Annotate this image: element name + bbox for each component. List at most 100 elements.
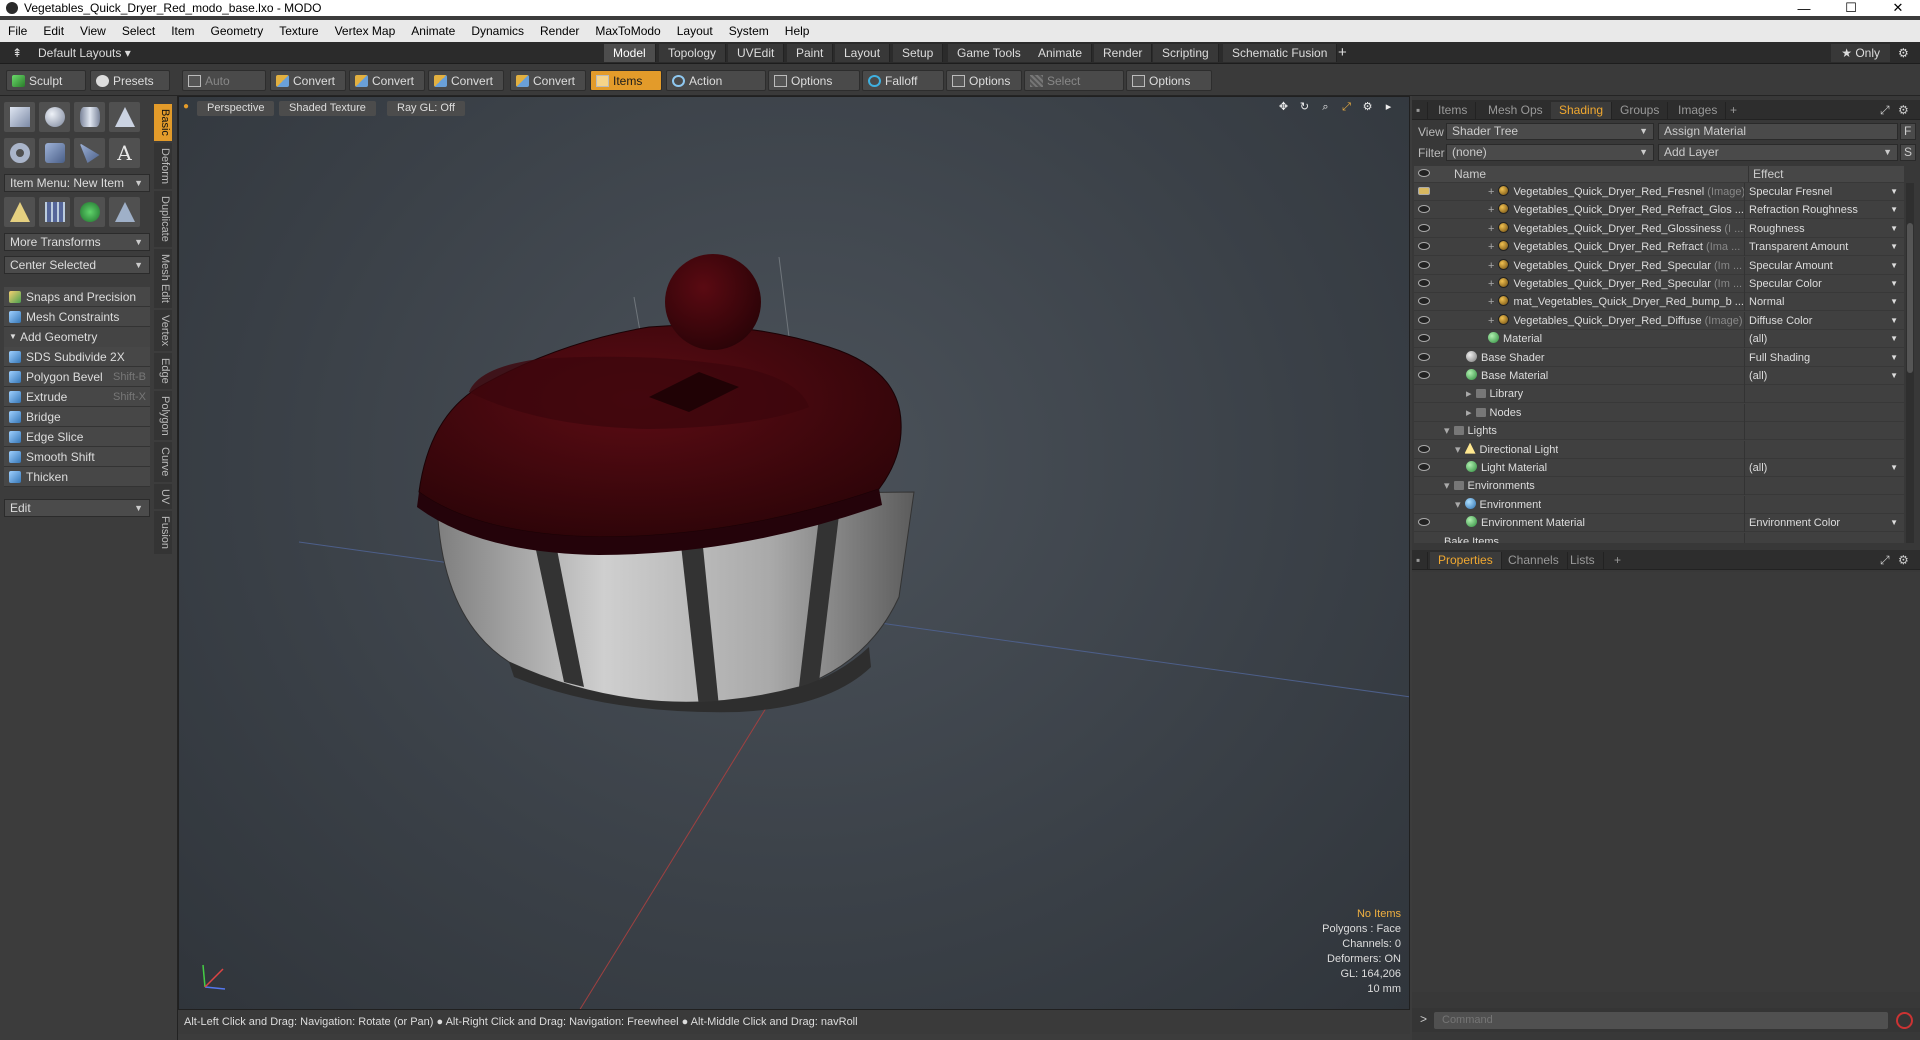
menu-file[interactable]: File <box>0 24 35 38</box>
visibility-eye-icon[interactable] <box>1418 223 1432 234</box>
pen-tool[interactable] <box>74 138 105 168</box>
expand-toggle-icon[interactable]: + <box>1488 278 1494 290</box>
center-selected-dropdown[interactable]: Center Selected ▼ <box>4 256 150 274</box>
select-options-button[interactable]: Options <box>1126 70 1212 91</box>
tree-row[interactable]: + Vegetables_Quick_Dryer_Red_Diffuse (Ima… <box>1414 311 1904 330</box>
tab-items[interactable]: Items <box>1430 102 1477 119</box>
convert-edge-button[interactable]: Convert <box>349 70 425 91</box>
tab-channels[interactable]: Channels <box>1500 552 1568 569</box>
tree-row[interactable]: Environment Material Environment Color ▼ <box>1414 514 1904 533</box>
menu-dynamics[interactable]: Dynamics <box>463 24 532 38</box>
snaps-precision-button[interactable]: Snaps and Precision <box>4 287 150 307</box>
expand-toggle-icon[interactable]: + <box>1488 241 1494 253</box>
sculpt-button[interactable]: Sculpt <box>6 70 86 91</box>
items-mode-button[interactable]: Items <box>590 70 662 91</box>
filter-dropdown[interactable]: (none) ▼ <box>1446 144 1654 161</box>
visibility-eye-icon[interactable] <box>1418 334 1432 344</box>
add-layer-dropdown[interactable]: Add Layer ▼ <box>1658 144 1898 161</box>
command-input[interactable] <box>1434 1012 1888 1029</box>
menu-animate[interactable]: Animate <box>403 24 463 38</box>
edit-dropdown[interactable]: Edit ▼ <box>4 499 150 517</box>
menu-view[interactable]: View <box>72 24 114 38</box>
action-options-button[interactable]: Options <box>768 70 860 91</box>
more-transforms-dropdown[interactable]: More Transforms ▼ <box>4 233 150 251</box>
tree-row[interactable]: + mat_Vegetables_Quick_Dryer_Red_bump_b .… <box>1414 293 1904 312</box>
tree-item-effect[interactable]: Specular Color ▼ <box>1744 275 1904 293</box>
tab-groups[interactable]: Groups <box>1612 102 1669 119</box>
visibility-eye-icon[interactable] <box>1418 315 1432 326</box>
item-menu-dropdown[interactable]: Item Menu: New Item ▼ <box>4 174 150 192</box>
visibility-eye-icon[interactable] <box>1418 279 1432 289</box>
tree-item-effect[interactable]: Normal ▼ <box>1744 293 1904 312</box>
tree-row[interactable]: Material (all) ▼ <box>1414 330 1904 349</box>
default-layouts-dropdown[interactable]: Default Layouts ▾ <box>30 45 139 61</box>
close-button[interactable]: ✕ <box>1876 0 1920 16</box>
minimize-button[interactable]: — <box>1782 0 1826 16</box>
vtab-basic[interactable]: Basic <box>154 104 172 141</box>
visibility-eye-icon[interactable] <box>1418 463 1432 473</box>
visibility-eye-icon[interactable] <box>1418 371 1432 381</box>
falloff-options-button[interactable]: Options <box>946 70 1022 91</box>
cylinder-tool[interactable] <box>74 102 105 132</box>
visibility-eye-icon[interactable] <box>1418 444 1432 455</box>
3d-viewport[interactable]: ● Perspective Shaded Texture Ray GL: Off… <box>178 96 1410 1010</box>
expand-toggle-icon[interactable]: + <box>1488 315 1494 327</box>
add-geometry-section[interactable]: ▼ Add Geometry <box>4 327 150 347</box>
auto-select-button[interactable]: Auto Select <box>182 70 266 109</box>
tree-item-effect[interactable]: Refraction Roughness ▼ <box>1744 201 1904 220</box>
expand-toggle-icon[interactable]: ▾ <box>1444 480 1450 492</box>
bridge-button[interactable]: Bridge <box>4 407 150 427</box>
capsule-tool[interactable] <box>39 138 70 168</box>
tab-model[interactable]: Model <box>604 44 656 62</box>
visibility-eye-icon[interactable] <box>1418 242 1432 252</box>
vtab-vertex[interactable]: Vertex <box>154 309 172 351</box>
visibility-eye-icon[interactable] <box>1418 205 1432 215</box>
visibility-eye-icon[interactable] <box>1418 518 1432 528</box>
vtab-duplicate[interactable]: Duplicate <box>154 190 172 247</box>
f-button[interactable]: F <box>1900 123 1916 140</box>
mesh-constraints-button[interactable]: Mesh Constraints <box>4 307 150 327</box>
tree-row[interactable]: + Vegetables_Quick_Dryer_Red_Glossiness (… <box>1414 219 1904 238</box>
only-toggle-button[interactable]: ★ Only <box>1831 44 1890 62</box>
menu-select[interactable]: Select <box>114 24 163 38</box>
convert-vertex-button[interactable]: Convert <box>270 70 346 91</box>
menu-render[interactable]: Render <box>532 24 587 38</box>
sphere-tool[interactable] <box>39 102 70 132</box>
expand-toggle-icon[interactable]: ▾ <box>1444 425 1450 437</box>
vtab-mesh-edit[interactable]: Mesh Edit <box>154 248 172 308</box>
tree-row[interactable]: ▾ Lights <box>1414 422 1904 441</box>
s-button[interactable]: S <box>1900 144 1916 161</box>
add-tab-button[interactable]: + <box>1722 102 1745 119</box>
menu-system[interactable]: System <box>721 24 777 38</box>
tree-item-effect[interactable]: Specular Amount ▼ <box>1744 256 1904 275</box>
tree-row[interactable]: + Vegetables_Quick_Dryer_Red_Fresnel (Ima… <box>1414 183 1904 201</box>
scrollbar-thumb[interactable] <box>1907 223 1913 373</box>
tab-properties[interactable]: Properties <box>1430 552 1502 569</box>
name-column-header[interactable]: Name <box>1454 166 1486 182</box>
panel-gear-icon[interactable]: ⚙ <box>1890 102 1917 119</box>
panel-menu-icon[interactable]: ▪ <box>1416 102 1428 119</box>
thicken-button[interactable]: Thicken <box>4 467 150 487</box>
sds-subdivide-button[interactable]: SDS Subdivide 2X <box>4 347 150 367</box>
menu-layout[interactable]: Layout <box>669 24 721 38</box>
vtab-polygon[interactable]: Polygon <box>154 390 172 441</box>
convert-item-button[interactable]: Convert <box>510 70 586 91</box>
menu-item[interactable]: Item <box>163 24 202 38</box>
tab-render[interactable]: Render <box>1094 44 1153 62</box>
tree-row[interactable]: + Vegetables_Quick_Dryer_Red_Specular (Im… <box>1414 275 1904 293</box>
text-tool[interactable]: A <box>109 138 140 168</box>
globe-tool[interactable] <box>74 197 105 227</box>
presets-button[interactable]: Presets F6 <box>90 70 170 109</box>
expand-toggle-icon[interactable]: + <box>1488 223 1494 235</box>
view-dropdown[interactable]: Shader Tree ▼ <box>1446 123 1654 140</box>
vtab-edge[interactable]: Edge <box>154 352 172 389</box>
mesh-grid-tool[interactable] <box>39 197 70 227</box>
record-icon[interactable] <box>1896 1012 1913 1029</box>
effect-column-header[interactable]: Effect <box>1748 166 1783 182</box>
tree-item-effect[interactable]: Environment Color ▼ <box>1744 514 1904 533</box>
tree-item-effect[interactable]: (all) ▼ <box>1744 367 1904 385</box>
tree-item-effect[interactable]: (all) ▼ <box>1744 330 1904 349</box>
locator-tool[interactable] <box>4 197 35 227</box>
tab-lists[interactable]: Lists <box>1562 552 1604 569</box>
visibility-eye-icon[interactable] <box>1418 260 1432 271</box>
